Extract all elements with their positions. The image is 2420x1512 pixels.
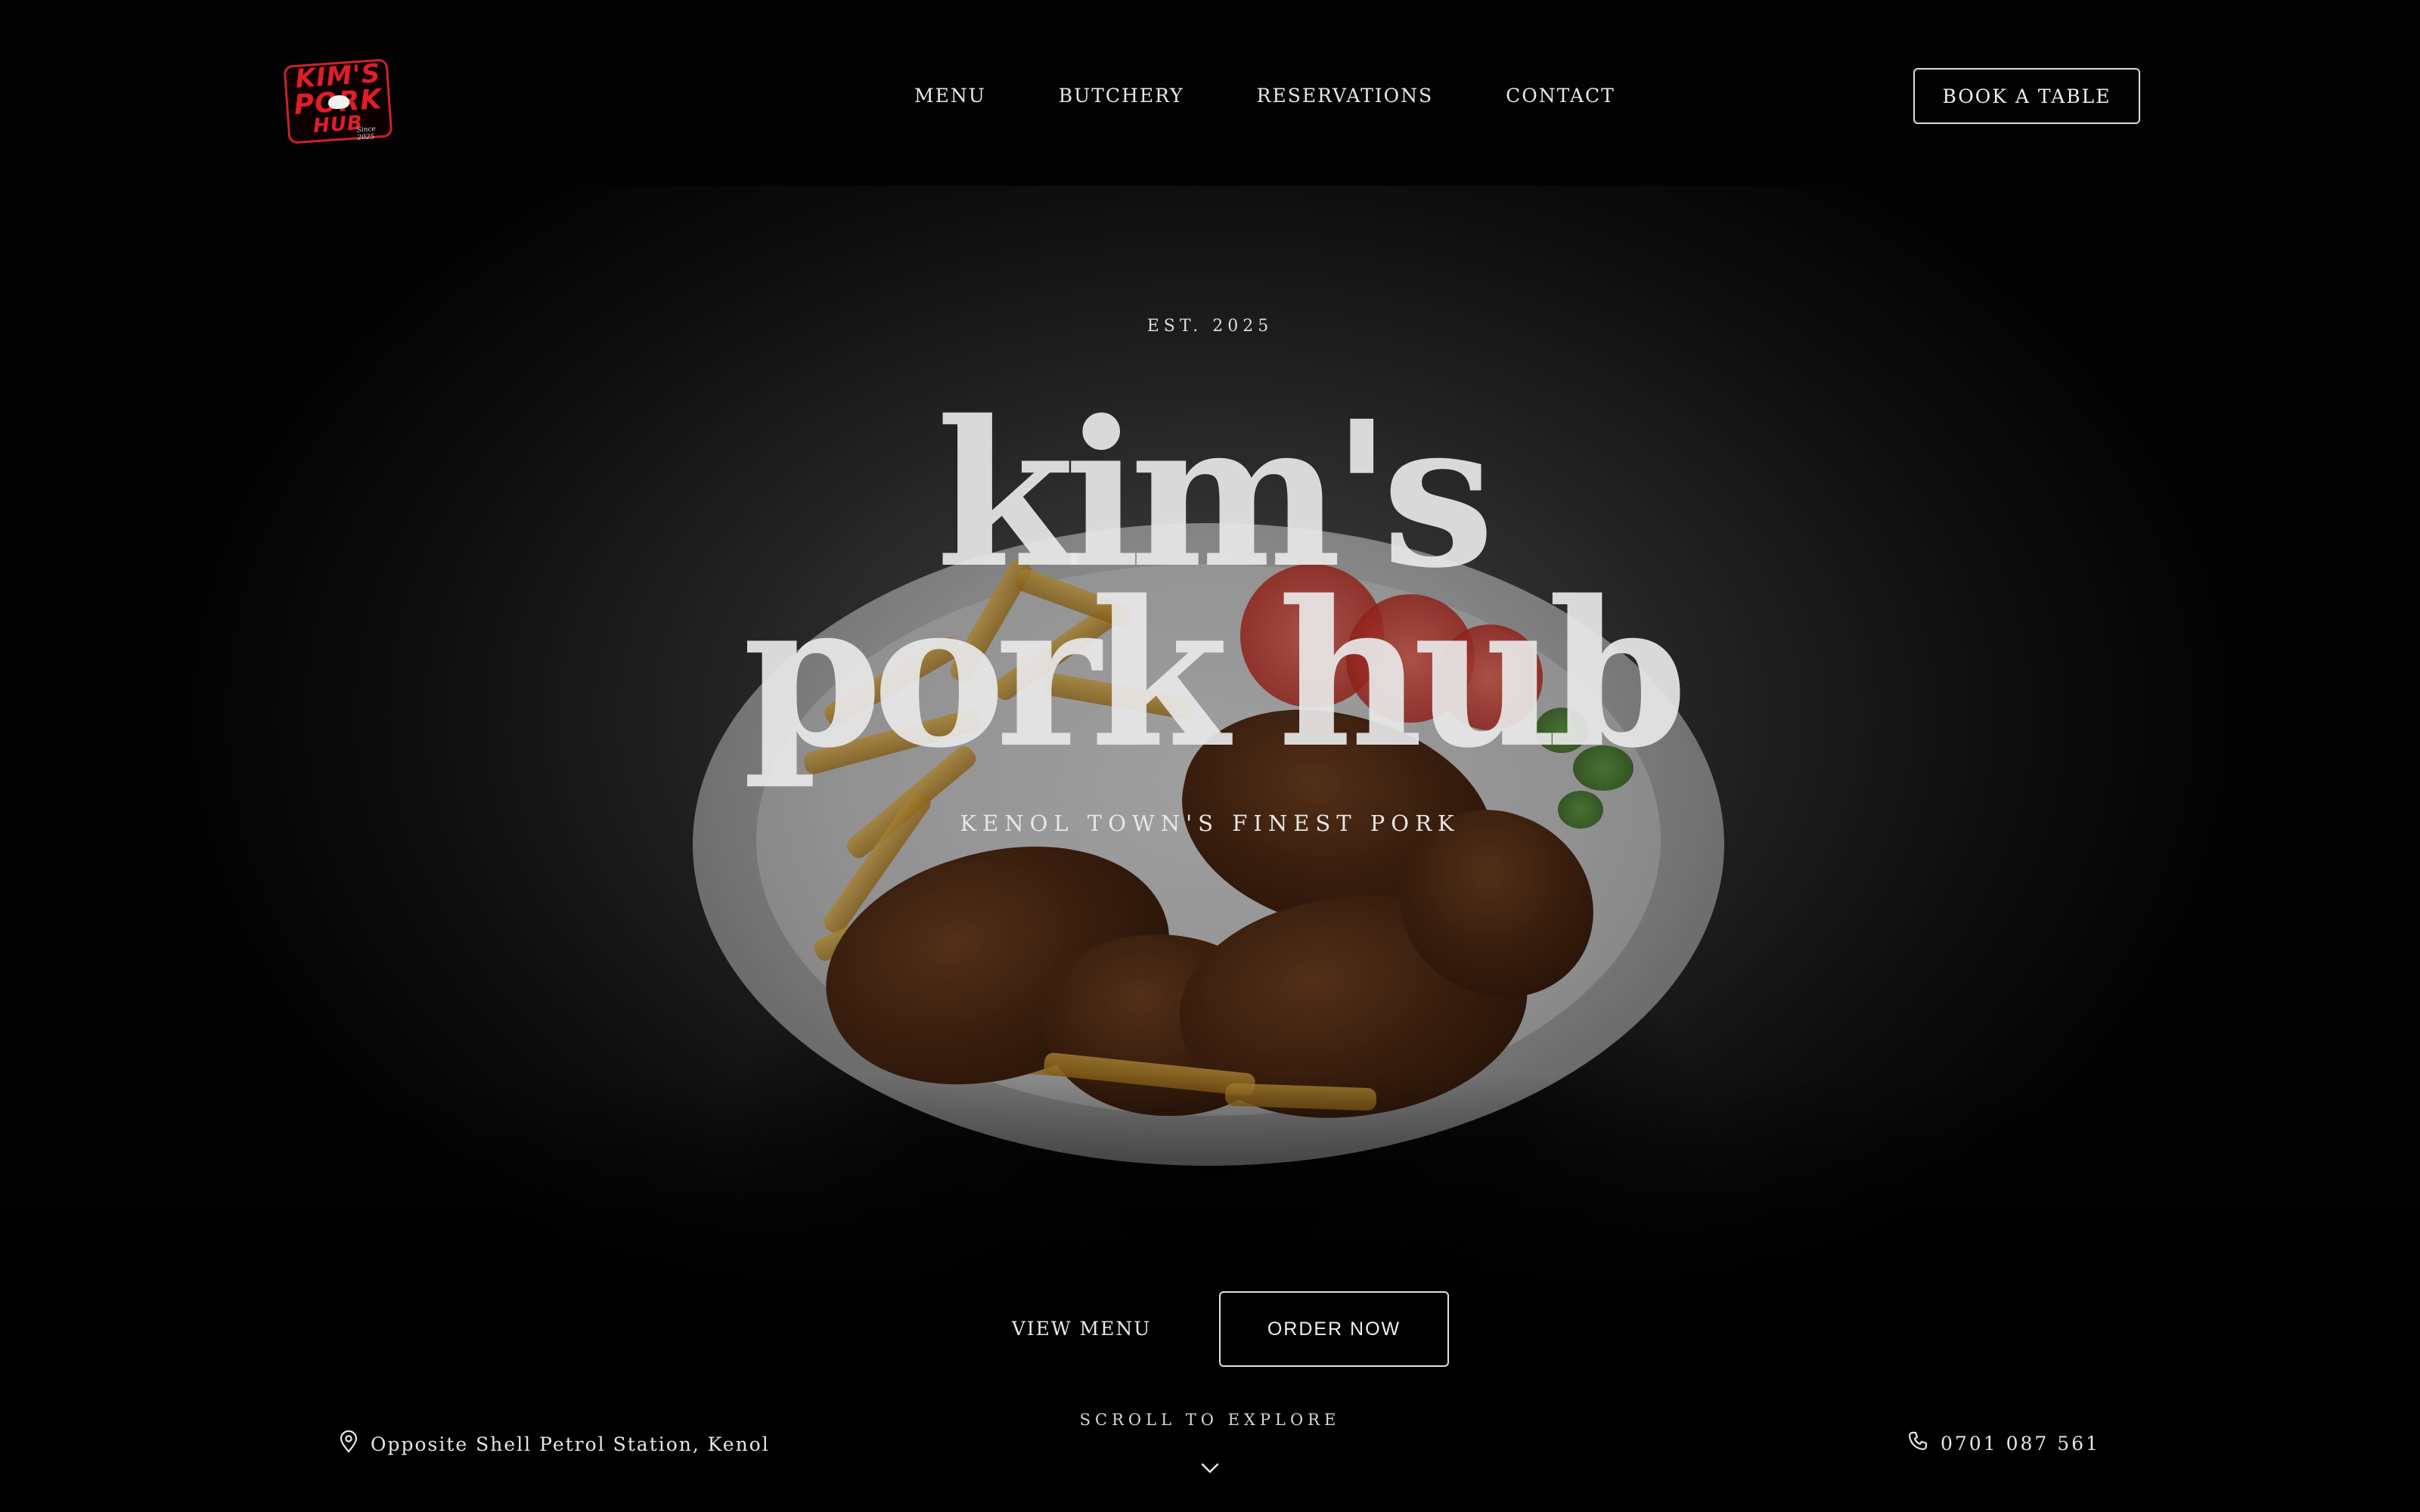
- scroll-hint: SCROLL TO EXPLORE: [1079, 1411, 1341, 1429]
- main-nav: MENU BUTCHERY RESERVATIONS CONTACT: [914, 85, 1615, 107]
- nav-item-butchery[interactable]: BUTCHERY: [1059, 85, 1184, 107]
- address-text: Opposite Shell Petrol Station, Kenol: [371, 1433, 770, 1455]
- address-info: Opposite Shell Petrol Station, Kenol: [339, 1430, 770, 1458]
- hero-section: EST. 2025 kim's pork hub KENOL TOWN'S FI…: [0, 186, 2420, 1346]
- phone-icon: [1907, 1430, 1928, 1456]
- logo-script: Since 2025: [356, 125, 377, 142]
- chevron-down-icon[interactable]: [1199, 1461, 1221, 1476]
- phone-number: 0701 087 561: [1941, 1432, 2100, 1455]
- established-label: EST. 2025: [1146, 317, 1274, 336]
- phone-info[interactable]: 0701 087 561: [1907, 1430, 2100, 1456]
- nav-item-contact[interactable]: CONTACT: [1506, 85, 1615, 107]
- hero-bottom-fade: [0, 1074, 2420, 1346]
- nav-item-menu[interactable]: MENU: [914, 85, 986, 107]
- hero-title: kim's pork hub: [0, 395, 2420, 792]
- book-a-table-button[interactable]: BOOK A TABLE: [1913, 68, 2140, 124]
- view-menu-link[interactable]: VIEW MENU: [998, 1310, 1165, 1346]
- hero-title-line2: pork hub: [742, 557, 1688, 792]
- order-now-button[interactable]: ORDER NOW: [1219, 1291, 1449, 1367]
- site-header: KIM'S PORK HUB Since 2025 MENU BUTCHERY …: [0, 0, 2420, 186]
- brand-logo[interactable]: KIM'S PORK HUB Since 2025: [283, 58, 393, 144]
- map-pin-icon: [339, 1430, 358, 1458]
- nav-item-reservations[interactable]: RESERVATIONS: [1257, 85, 1433, 107]
- hero-tagline: KENOL TOWN'S FINEST PORK: [960, 810, 1460, 836]
